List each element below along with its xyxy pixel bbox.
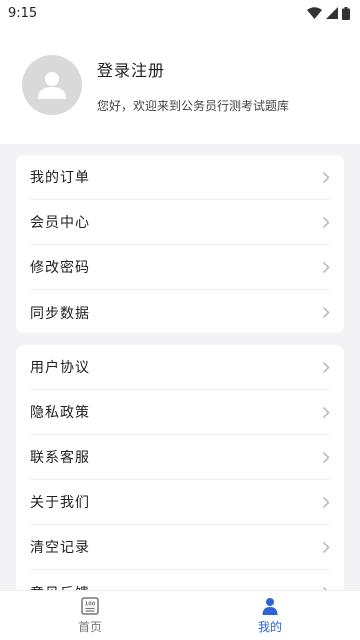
menu-card-account: 我的订单 会员中心 修改密码 同步数据	[16, 155, 344, 333]
chevron-right-icon	[322, 261, 330, 273]
menu-item-label: 用户协议	[30, 360, 90, 376]
chevron-right-icon	[322, 496, 330, 508]
profile-text: 登录注册 您好，欢迎来到公务员行测考试题库	[97, 57, 289, 114]
menu-item-label: 会员中心	[30, 215, 90, 231]
status-icons	[307, 6, 350, 20]
menu-item-label: 关于我们	[30, 495, 90, 511]
menu-item-label: 联系客服	[30, 450, 90, 466]
menu-item-clear-records[interactable]: 清空记录	[30, 525, 330, 570]
menu-item-sync-data[interactable]: 同步数据	[30, 290, 330, 335]
menu-item-label: 我的订单	[30, 170, 90, 186]
chevron-right-icon	[322, 306, 330, 319]
tab-mine[interactable]: 我的	[180, 591, 360, 640]
chevron-right-icon	[322, 406, 330, 418]
bottom-nav: 100 首页 我的	[0, 590, 360, 640]
status-time: 9:15	[8, 5, 38, 21]
person-icon	[262, 597, 278, 615]
menu-item-customer-service[interactable]: 联系客服	[30, 435, 330, 480]
chevron-right-icon	[322, 451, 330, 463]
tab-mine-label: 我的	[257, 619, 282, 634]
cellular-signal-icon	[326, 7, 338, 19]
chevron-right-icon	[322, 541, 330, 553]
tab-home-label: 首页	[77, 619, 102, 634]
avatar[interactable]	[22, 55, 82, 115]
chevron-right-icon	[322, 216, 330, 228]
menu-card-info: 用户协议 隐私政策 联系客服 关于我们 清空记录 意见反馈	[16, 345, 344, 605]
exam-paper-icon: 100	[81, 596, 99, 615]
menu-item-user-agreement[interactable]: 用户协议	[30, 345, 330, 390]
menu-item-label: 同步数据	[30, 305, 90, 322]
menu-item-label: 清空记录	[30, 540, 90, 556]
welcome-text: 您好，欢迎来到公务员行测考试题库	[97, 98, 290, 113]
wifi-icon	[307, 7, 322, 19]
menu-item-label: 修改密码	[30, 260, 90, 276]
menu-item-orders[interactable]: 我的订单	[30, 155, 330, 200]
menu-item-about-us[interactable]: 关于我们	[30, 480, 330, 525]
tab-home[interactable]: 100 首页	[0, 591, 180, 640]
menu-item-label: 隐私政策	[30, 405, 90, 421]
profile-header[interactable]: 登录注册 您好，欢迎来到公务员行测考试题库	[0, 26, 360, 144]
chevron-right-icon	[322, 361, 330, 373]
chevron-right-icon	[322, 171, 330, 183]
login-register-link[interactable]: 登录注册	[97, 57, 289, 81]
exam-paper-icon-text: 100	[85, 601, 96, 607]
menu-item-change-password[interactable]: 修改密码	[30, 245, 330, 290]
status-bar: 9:15	[0, 0, 360, 26]
user-icon	[38, 72, 66, 99]
battery-icon	[342, 6, 350, 20]
menu-item-privacy-policy[interactable]: 隐私政策	[30, 390, 330, 435]
menu-item-membership[interactable]: 会员中心	[30, 200, 330, 245]
